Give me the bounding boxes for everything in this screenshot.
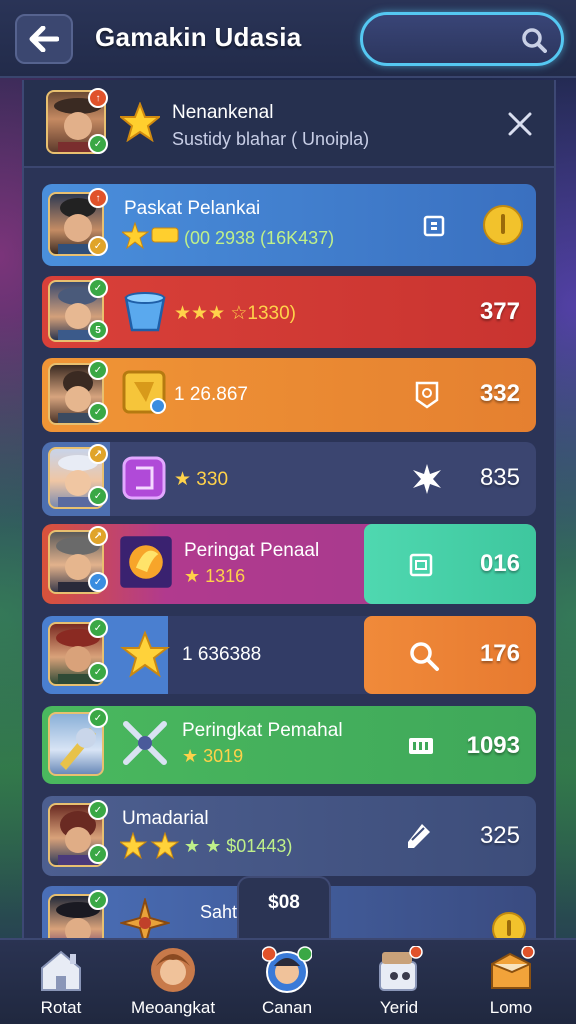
nav-item-ranking[interactable]: Meoangkat [118,940,228,1024]
level-badge-icon: ✓ [88,618,108,638]
list-item[interactable]: ✓ ✓ Umadarial ★ ★ $01443) 325 [42,796,536,876]
treasure-chest-icon [491,946,535,989]
row-value: 1093 [466,732,520,759]
list-item[interactable]: ✓ 5 ★★★ ☆1330) 377 [42,276,536,348]
golden-shield-icon [122,370,166,414]
row-value: 325 [479,822,520,849]
gift-box-icon [379,946,423,991]
list-item[interactable]: ↗ ✓ Peringat Penaal ★ 1316 016 [42,524,536,604]
top-bar: Gamakin Udasia [0,0,576,78]
row-title: Peringkat Pemahal [182,720,343,741]
notification-subtitle: Sustidy blahar ( Unoipla) [172,129,370,149]
nav-label: Meoangkat [130,998,216,1017]
purple-gem-icon [122,456,166,500]
level-badge-icon: ✓ [88,572,108,592]
gold-stars-icon [122,222,179,250]
row-stat: 1 26.867 [174,384,248,405]
player-avatar-icon [151,948,195,992]
level-badge-icon: ✓ [88,844,108,864]
list-item[interactable]: ↗ ✓ ★ 330 835 [42,442,536,516]
close-icon[interactable] [506,110,534,138]
row-stat: ★★★ ☆1330) [174,303,297,324]
stats-card-icon[interactable] [408,736,434,756]
pen-tool-icon[interactable] [404,820,434,850]
gold-coin-icon[interactable] [482,204,524,246]
level-badge-icon: ✓ [88,800,108,820]
list-item[interactable]: ↑ ✓ Paskat Pelankai (00 2938 (16K437) [42,184,536,266]
page-title: Gamakin Udasia [95,22,302,52]
row-stat: (00 2938 (16K437) [184,228,335,248]
row-value: 835 [479,464,520,491]
level-badge-icon: ✓ [88,708,108,728]
gold-star-icon [120,630,170,678]
level-badge-icon: ✓ [88,134,108,154]
notification-banner[interactable]: ↑ ✓ Nenankenal Sustidy blahar ( Unoipla) [24,80,554,168]
nav-item-canan[interactable]: Canan [232,940,342,1024]
row-stat: ★ 3019 [182,746,244,766]
row-value: 332 [479,380,520,407]
splat-star-icon[interactable] [410,462,444,496]
row-stat: 1 636388 [182,644,262,665]
back-button[interactable] [15,14,73,64]
calendar-icon[interactable] [408,552,434,578]
gold-stars-icon [120,832,180,860]
info-card-icon[interactable] [422,214,446,238]
magnifier-icon[interactable] [408,640,440,672]
list-item[interactable]: ✓ Peringkat Pemahal ★ 3019 1093 [42,706,536,784]
center-tab-label: $08 [268,892,300,913]
nav-label: Lomo [489,998,533,1017]
leaderboard-panel: ↑ ✓ Nenankenal Sustidy blahar ( Unoipla)… [22,80,556,940]
search-field[interactable] [360,12,564,66]
player-profile-icon [262,946,312,993]
row-title: Peringat Penaal [184,540,320,561]
row-stat: ★ 1316 [184,566,246,586]
nav-label: Yerid [379,998,419,1017]
nav-item-yerid[interactable]: Yerid [344,940,454,1024]
row-stat: ★ 330 [174,469,229,490]
notification-title: Nenankenal [172,102,274,123]
level-badge-icon: 5 [88,320,108,340]
nav-item-lomo[interactable]: Lomo [456,940,566,1024]
nav-label: Rotat [40,998,82,1017]
row-value: 176 [479,640,520,667]
rank-badge-icon: ↗ [88,444,108,464]
list-item[interactable]: ✓ ✓ 1 26.867 332 [42,358,536,432]
list-item[interactable]: ✓ ✓ 1 636388 176 [42,616,536,694]
rank-badge-icon: ↑ [88,88,108,108]
star-shuriken-icon [120,898,170,940]
row-stat: ★ ★ $01443) [184,836,293,856]
bucket-icon [124,292,166,332]
center-currency-tab[interactable]: $08 [237,876,331,946]
row-title: Umadarial [122,808,209,829]
rank-badge-icon: ↗ [88,526,108,546]
nav-label: Canan [261,998,313,1017]
level-badge-icon: ✓ [88,402,108,422]
search-input[interactable] [377,25,517,53]
level-badge-icon: ✓ [88,662,108,682]
gold-star-icon [120,102,160,142]
rank-badge-icon: ↑ [88,188,108,208]
nav-item-home[interactable]: Rotat [6,940,116,1024]
level-badge-icon: ✓ [88,278,108,298]
level-badge-icon: ✓ [88,890,108,910]
fire-orb-icon [120,536,172,588]
level-badge-icon: ✓ [88,236,108,256]
trophy-badge-icon[interactable] [414,380,440,410]
row-value: 016 [479,550,520,577]
row-value: 377 [479,298,520,325]
house-icon [41,950,81,991]
level-badge-icon: ✓ [88,360,108,380]
gold-coin-icon[interactable] [492,912,526,940]
bottom-nav: Rotat Meoangkat Canan Yerid Lomo [0,938,576,1024]
row-title: Paskat Pelankai [124,198,261,219]
level-badge-icon: ✓ [88,486,108,506]
back-arrow-icon [29,26,59,52]
crossed-blades-icon [123,721,167,765]
search-icon[interactable] [521,27,547,53]
